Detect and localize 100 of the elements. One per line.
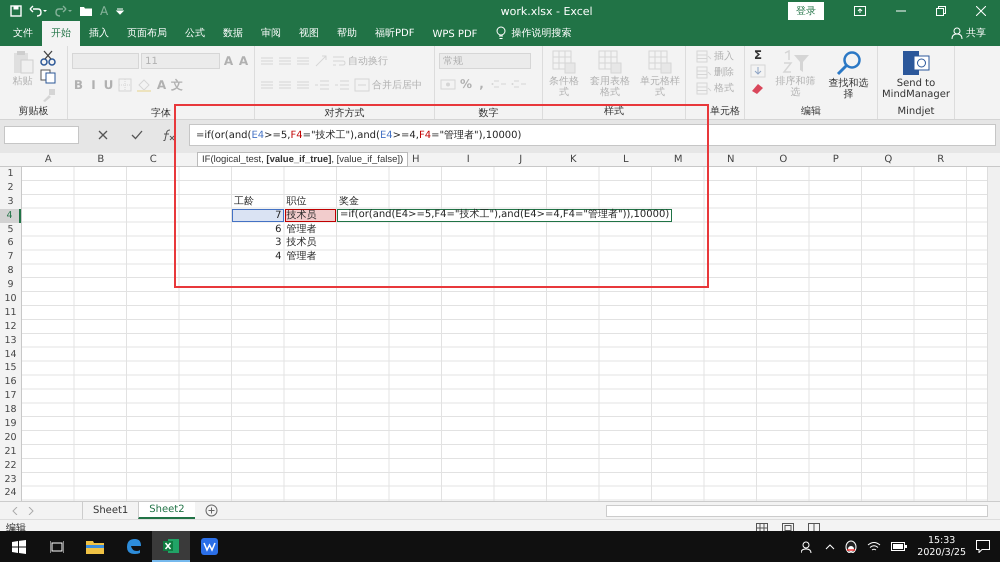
- windows-start-icon[interactable]: [12, 540, 26, 554]
- save-icon: [10, 5, 22, 17]
- clock-time[interactable]: 15:33: [928, 534, 956, 546]
- customize-button[interactable]: [115, 6, 126, 16]
- ribbon-tab[interactable]: 福昕PDF: [366, 21, 424, 46]
- clock-date[interactable]: 2020/3/25: [917, 546, 966, 558]
- column-header[interactable]: J: [494, 153, 547, 166]
- penguin-icon[interactable]: [845, 540, 858, 553]
- column-header[interactable]: C: [127, 153, 180, 166]
- row-header[interactable]: 2: [0, 180, 21, 195]
- lightbulb-icon[interactable]: [496, 26, 506, 40]
- format-button[interactable]: Σ: [749, 49, 767, 62]
- row-header[interactable]: 15: [0, 361, 21, 376]
- ribbon-tab[interactable]: 视图: [290, 21, 328, 46]
- vertical-scrollbar[interactable]: [987, 167, 1000, 501]
- ribbon-tab[interactable]: 审阅: [252, 21, 290, 46]
- column-header[interactable]: A: [22, 153, 74, 166]
- column-header[interactable]: M: [652, 153, 704, 166]
- ribbon-tab[interactable]: 帮助: [328, 21, 366, 46]
- row-header[interactable]: 4: [0, 208, 21, 223]
- column-header[interactable]: K: [547, 153, 600, 166]
- search-icon[interactable]: [836, 50, 862, 76]
- row-header[interactable]: 9: [0, 278, 21, 292]
- row-header[interactable]: 22: [0, 458, 21, 473]
- sheet-tab[interactable]: Sheet2: [138, 502, 195, 519]
- row-header[interactable]: 13: [0, 334, 21, 348]
- horizontal-scrollbar[interactable]: [606, 504, 988, 516]
- close-icon[interactable]: [976, 6, 986, 16]
- ribbon-tab[interactable]: 开始: [42, 21, 80, 46]
- column-header[interactable]: B: [74, 153, 127, 166]
- row-header[interactable]: 10: [0, 292, 21, 306]
- row-header[interactable]: 3: [0, 194, 21, 209]
- row-header[interactable]: 11: [0, 306, 21, 320]
- cell-text: 奖金: [338, 194, 360, 208]
- open-button[interactable]: [79, 5, 93, 17]
- name-box[interactable]: [4, 126, 79, 144]
- row-header[interactable]: 6: [0, 236, 21, 250]
- ribbon-button[interactable]: 查找和选择: [824, 49, 873, 101]
- save-button[interactable]: [10, 5, 22, 17]
- column-header[interactable]: O: [757, 153, 810, 166]
- row-header[interactable]: 5: [0, 222, 21, 236]
- row-header[interactable]: 17: [0, 389, 21, 404]
- task-view-icon[interactable]: [50, 540, 64, 552]
- column-header[interactable]: R: [914, 153, 967, 166]
- person-icon[interactable]: [951, 27, 963, 39]
- ribbon-tab[interactable]: 页面布局: [118, 21, 176, 46]
- caret-icon: [115, 6, 126, 16]
- ribbon-tab[interactable]: WPS PDF: [423, 24, 486, 46]
- column-header[interactable]: Q: [862, 153, 914, 166]
- row-header[interactable]: 24: [0, 486, 21, 500]
- ribbon-tab[interactable]: 插入: [80, 21, 118, 46]
- row-header[interactable]: 19: [0, 417, 21, 431]
- spreadsheet-app-icon: [162, 538, 180, 554]
- cell-text: 职位: [286, 194, 308, 208]
- group-label: 单元格: [710, 106, 740, 117]
- cell-text: 技术员: [286, 208, 318, 222]
- group-label: 字体: [151, 108, 171, 119]
- row-header[interactable]: 20: [0, 430, 21, 445]
- group-label: 编辑: [801, 106, 821, 117]
- formula-field[interactable]: =if(or(and(E4>=5,F4="技术工"),and(E4>=4,F4="管理者"),10000): [189, 124, 996, 146]
- row-header[interactable]: 7: [0, 250, 21, 264]
- share-button[interactable]: 共享: [966, 26, 986, 40]
- cell-text: 管理者: [286, 250, 318, 264]
- add-sheet-icon[interactable]: [204, 504, 218, 517]
- function-icon[interactable]: [161, 129, 175, 141]
- office-app-icon: [200, 538, 218, 555]
- row-header[interactable]: 16: [0, 375, 21, 390]
- undo-button[interactable]: [29, 5, 47, 17]
- wifi-icon[interactable]: [867, 541, 882, 552]
- chevron-up-icon[interactable]: [825, 544, 836, 550]
- tell-me-search[interactable]: 操作说明搜索: [511, 26, 572, 40]
- column-header[interactable]: P: [810, 153, 862, 166]
- previous-icon[interactable]: [12, 506, 18, 514]
- sign-in-button[interactable]: 登录: [788, 2, 824, 20]
- row-header[interactable]: 14: [0, 348, 21, 362]
- ribbon-tab[interactable]: 公式: [176, 21, 214, 46]
- cancel-icon[interactable]: [98, 130, 108, 140]
- ribbon-display-icon[interactable]: [854, 6, 866, 16]
- row-header[interactable]: 12: [0, 320, 21, 334]
- cell-text: 工龄: [233, 194, 255, 208]
- cell-editor[interactable]: =if(or(and(E4>=5,F4="技术工"),and(E4>=4,F4="管理者")),10000): [337, 208, 672, 222]
- row-header[interactable]: 1: [0, 167, 21, 181]
- check-icon[interactable]: [131, 130, 143, 140]
- battery-icon[interactable]: [891, 542, 908, 551]
- ribbon-tab[interactable]: 数据: [214, 21, 252, 46]
- next-icon[interactable]: [28, 506, 34, 514]
- column-header[interactable]: L: [600, 153, 652, 166]
- notification-icon[interactable]: [976, 540, 990, 553]
- restore-icon[interactable]: [936, 6, 946, 16]
- row-header[interactable]: 18: [0, 403, 21, 418]
- mindmanager-logo-icon[interactable]: [902, 50, 930, 76]
- row-header[interactable]: 23: [0, 472, 21, 486]
- group-label: 剪贴板: [18, 106, 48, 117]
- row-header[interactable]: 21: [0, 444, 21, 459]
- browser-icon: [124, 538, 142, 555]
- ribbon-tab[interactable]: 文件: [4, 21, 42, 46]
- group-label: 对齐方式: [324, 108, 364, 119]
- column-header[interactable]: N: [704, 153, 757, 166]
- column-header[interactable]: I: [442, 153, 494, 166]
- row-header[interactable]: 8: [0, 264, 21, 278]
